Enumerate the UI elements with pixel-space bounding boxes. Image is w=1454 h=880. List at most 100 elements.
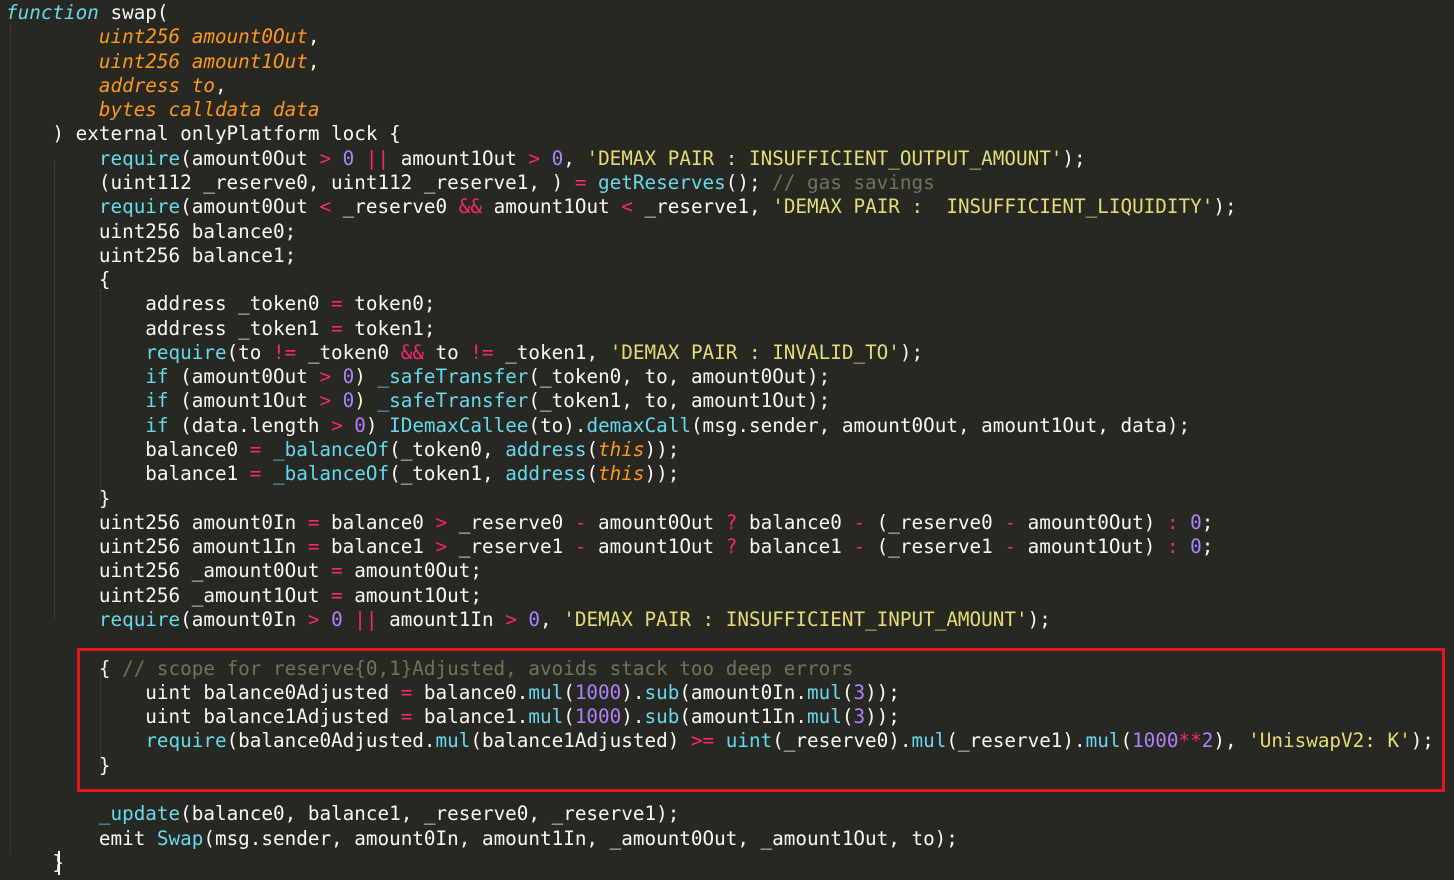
code-token: =: [307, 535, 320, 559]
code-token: amount1Out: [586, 535, 726, 559]
code-token: 0: [342, 389, 355, 413]
indent-guide: [54, 160, 55, 620]
code-token: (balance0, balance1, _reserve0, _reserve…: [180, 802, 680, 826]
code-line: function swap(: [6, 1, 169, 25]
code-line: {: [6, 268, 111, 292]
code-token: ?: [725, 535, 738, 559]
code-token: {: [6, 268, 111, 292]
code-token: address to: [98, 73, 215, 97]
code-token: ?: [725, 510, 738, 534]
code-token: token0;: [342, 292, 436, 316]
code-token: to: [423, 340, 471, 364]
code-token: );: [1027, 608, 1051, 631]
code-token: 0: [1190, 535, 1202, 559]
code-token: ();: [725, 170, 773, 194]
code-token: _update: [98, 802, 181, 826]
code-token: _balanceOf: [273, 438, 390, 462]
code-token: 'DEMAX PAIR : INSUFFICIENT_LIQUIDITY': [772, 195, 1214, 219]
code-token: =: [331, 316, 343, 340]
code-token: if: [145, 413, 169, 437]
code-line: emit Swap(msg.sender, amount0In, amount1…: [6, 827, 958, 851]
code-line: require(amount0Out < _reserve0 && amount…: [6, 195, 1237, 219]
code-line: (uint112 _reserve0, uint112 _reserve1, )…: [6, 171, 935, 195]
code-line: uint256 amount1Out,: [6, 49, 320, 74]
code-token: _reserve0: [331, 195, 459, 219]
code-token: uint256 balance0;: [6, 219, 297, 243]
code-token: 0: [354, 413, 366, 437]
code-token: token1;: [342, 316, 436, 340]
code-token: require: [145, 340, 227, 364]
code-token: (to: [226, 340, 274, 364]
code-token: if: [145, 365, 169, 389]
code-token: -: [853, 510, 866, 534]
code-token: 0: [342, 365, 355, 389]
code-token: _token1,: [493, 340, 610, 364]
code-token: function: [6, 1, 99, 24]
code-line: uint256 amount1In = balance1 > _reserve1…: [6, 535, 1214, 559]
code-token: ||: [365, 146, 390, 170]
indent-guide: [10, 24, 11, 852]
code-token: :: [1166, 510, 1179, 534]
code-token: (: [586, 462, 599, 486]
code-token: balance0: [319, 510, 436, 534]
code-token: uint256 balance1;: [6, 243, 297, 267]
code-token: (_reserve0: [865, 510, 1005, 534]
code-token: (_reserve1: [865, 535, 1005, 559]
code-token: :: [1166, 535, 1179, 559]
code-line: require(amount0In > 0 || amount1In > 0, …: [6, 608, 1051, 632]
code-token: >: [319, 365, 332, 389]
code-token: // gas savings: [772, 170, 935, 194]
code-token: (amount0Out: [180, 146, 320, 170]
code-token: ));: [644, 462, 680, 486]
code-token: this: [598, 438, 645, 462]
code-token: (msg.sender, amount0Out, amount1Out, dat…: [690, 413, 1191, 437]
code-token: bytes calldata data: [98, 98, 320, 122]
code-line: }: [6, 851, 64, 875]
code-token: balance1: [6, 462, 250, 486]
code-token: balance1: [319, 535, 436, 559]
code-token: ,: [307, 49, 320, 73]
code-token: -: [1004, 510, 1016, 534]
code-token: =: [331, 583, 343, 607]
code-token: (amount1Out: [168, 389, 320, 413]
code-token: amount0Out;: [342, 559, 482, 583]
code-token: =: [331, 292, 343, 316]
code-token: amount1Out): [1016, 535, 1167, 559]
code-token: amount0Out): [1016, 510, 1167, 534]
indent-guide: [100, 290, 101, 500]
code-token: >: [435, 510, 448, 534]
code-line: require(amount0Out > 0 || amount1Out > 0…: [6, 147, 1086, 171]
code-token: require: [98, 195, 181, 219]
code-line: if (amount1Out > 0) _safeTransfer(_token…: [6, 389, 830, 413]
code-token: (_token1, to, amount1Out);: [528, 389, 831, 413]
code-token: );: [899, 340, 924, 364]
code-token: -: [1004, 535, 1016, 559]
code-line: if (data.length > 0) IDemaxCallee(to).de…: [6, 414, 1190, 438]
code-line: address _token0 = token0;: [6, 292, 436, 316]
code-token: -: [574, 510, 587, 534]
code-token: 0: [551, 146, 564, 170]
code-token: !=: [273, 340, 297, 364]
code-token: 0: [331, 608, 343, 631]
code-token: >: [528, 146, 541, 170]
code-token: <: [319, 195, 332, 219]
code-token: emit: [6, 826, 157, 850]
code-token: !=: [470, 340, 494, 364]
code-token: ;: [1201, 510, 1214, 534]
code-token: this: [598, 462, 645, 486]
code-token: getReserves: [598, 170, 726, 194]
